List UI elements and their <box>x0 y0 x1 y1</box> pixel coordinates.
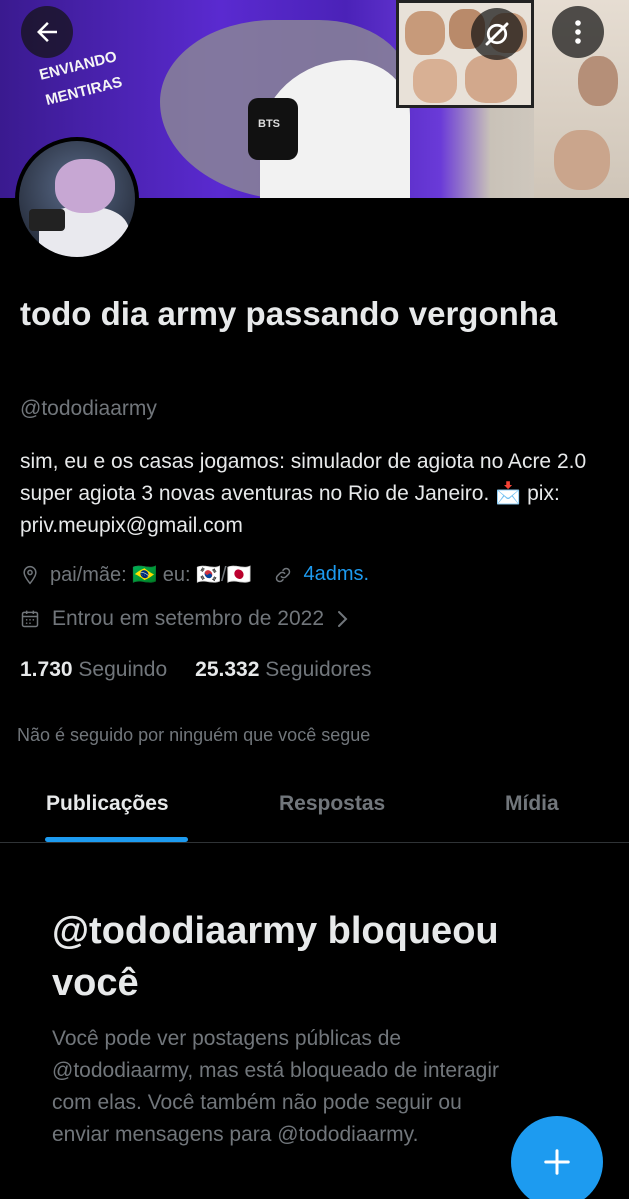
profile-meta-row: pai/mãe: 🇧🇷 eu: 🇰🇷/🇯🇵 4adms. <box>20 562 369 587</box>
arrow-left-icon <box>32 17 62 47</box>
more-vertical-icon <box>573 17 583 47</box>
following-label: Seguindo <box>78 658 168 681</box>
following-count: 1.730 <box>20 658 73 681</box>
location-pin-icon <box>20 564 40 586</box>
link-icon <box>273 565 293 585</box>
avatar-image <box>19 141 135 257</box>
display-name: todo dia army passando vergonha <box>20 295 558 332</box>
followers-label: Seguidores <box>265 658 372 681</box>
tab-respostas[interactable]: Respostas <box>279 792 385 816</box>
blocked-title: @tododiaarmy bloqueou você <box>52 910 499 1004</box>
profile-bio: sim, eu e os casas jogamos: simulador de… <box>20 450 587 537</box>
plus-icon <box>542 1147 572 1177</box>
banner-badge-text: BTS <box>258 118 280 130</box>
joined-date: Entrou em setembro de 2022 <box>52 607 324 630</box>
active-tab-indicator <box>45 837 188 842</box>
grok-button[interactable] <box>471 8 523 60</box>
compose-button[interactable] <box>511 1116 603 1199</box>
calendar-icon <box>20 609 40 629</box>
tab-midia[interactable]: Mídia <box>505 792 559 816</box>
chevron-right-icon <box>336 609 350 629</box>
profile-location: pai/mãe: 🇧🇷 eu: 🇰🇷/🇯🇵 <box>50 564 252 586</box>
user-handle: @tododiaarmy <box>20 397 157 420</box>
followed-by-text: Não é seguido por ninguém que você segue <box>17 725 371 745</box>
profile-website-link[interactable]: 4adms. <box>303 563 369 586</box>
back-button[interactable] <box>21 6 73 58</box>
followers-count: 25.332 <box>195 658 260 681</box>
followers-link[interactable]: 25.332 Seguidores <box>195 658 371 682</box>
joined-date-row[interactable]: Entrou em setembro de 2022 <box>20 607 350 631</box>
tab-publicacoes[interactable]: Publicações <box>46 792 169 816</box>
follow-stats: 1.730 Seguindo 25.332 Seguidores <box>20 658 371 682</box>
grok-icon <box>482 19 512 49</box>
more-options-button[interactable] <box>552 6 604 58</box>
profile-tabs: Publicações Respostas Mídia <box>0 770 629 843</box>
avatar[interactable] <box>15 137 139 261</box>
banner-badge: BTS <box>248 98 298 160</box>
following-link[interactable]: 1.730 Seguindo <box>20 658 167 682</box>
blocked-description: Você pode ver postagens públicas de @tod… <box>52 1027 500 1146</box>
